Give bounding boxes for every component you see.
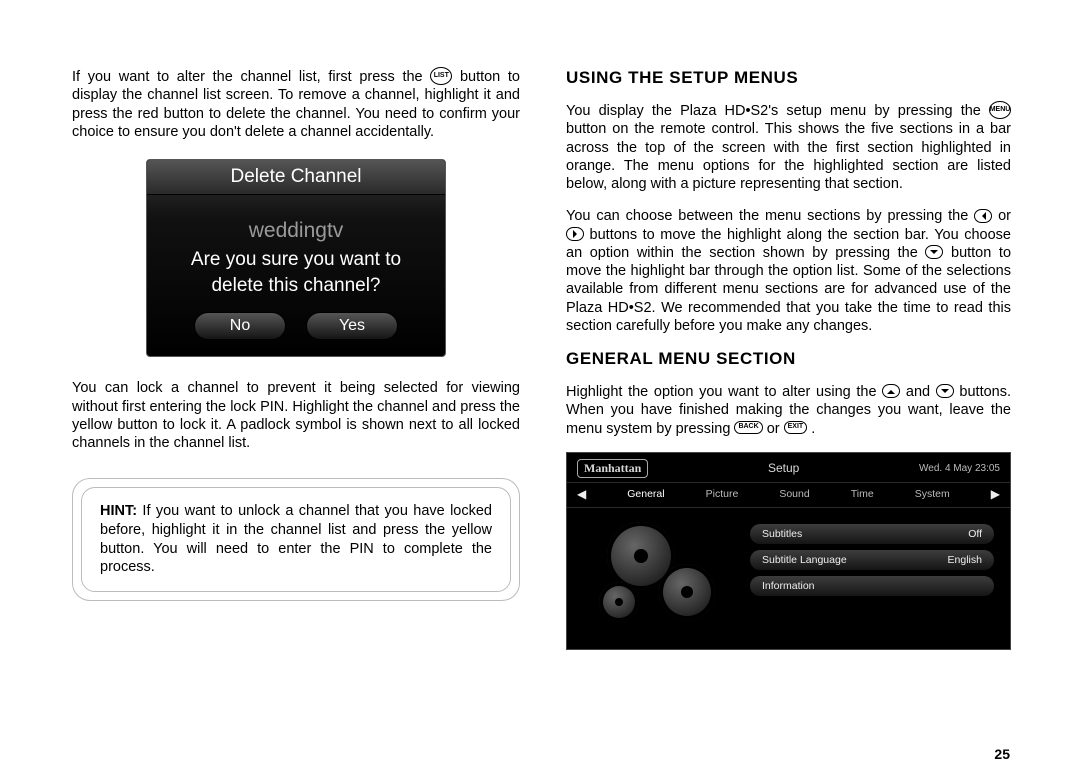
menu-button-icon: MENU [989,101,1011,119]
option-subtitle-language[interactable]: Subtitle Language English [750,550,994,570]
no-button[interactable]: No [194,312,286,340]
opt-key: Subtitle Language [762,554,847,566]
left-arrow-icon [974,209,992,223]
gear-icon [599,582,639,622]
opt-val: Off [968,528,982,540]
gear-icon [659,564,715,620]
dialog-buttons: No Yes [147,312,445,340]
para-lock-channel: You can lock a channel to prevent it bei… [72,379,520,452]
opt-key: Information [762,580,815,592]
option-subtitles[interactable]: Subtitles Off [750,524,994,544]
yes-button[interactable]: Yes [306,312,398,340]
back-button-icon: BACK [734,421,762,434]
text: button on the remote control. This shows… [566,121,1011,192]
option-information[interactable]: Information [750,576,994,596]
dialog-question: Are you sure you want to delete this cha… [147,243,445,312]
setup-title: Setup [768,461,799,475]
heading-general-menu: GENERAL MENU SECTION [566,349,1011,369]
right-arrow-icon [566,227,584,241]
down-arrow-icon [936,384,954,398]
right-column: USING THE SETUP MENUS You display the Pl… [566,68,1011,650]
delete-channel-dialog: Delete Channel weddingtv Are you sure yo… [146,159,446,357]
text: buttons to move the highlight along the … [566,227,1011,261]
setup-screenshot: Manhattan Setup Wed. 4 May 23:05 ◀ Gener… [566,452,1011,650]
left-column: If you want to alter the channel list, f… [72,68,520,650]
text: or [998,208,1011,224]
page-number: 25 [994,746,1010,762]
text: You display the Plaza HD•S2's setup menu… [566,103,989,119]
para-general-menu: Highlight the option you want to alter u… [566,383,1011,438]
para-setup-nav: You can choose between the menu sections… [566,207,1011,335]
exit-button-icon: EXIT [784,421,808,434]
dialog-channel: weddingtv [147,219,445,243]
tab-time[interactable]: Time [851,488,874,500]
tab-general[interactable]: General [627,488,664,500]
up-arrow-icon [882,384,900,398]
setup-body: Subtitles Off Subtitle Language English … [567,508,1010,652]
hint-box: HINT: If you want to unlock a channel th… [72,478,520,600]
brand-logo: Manhattan [577,459,648,478]
text: and [906,384,936,400]
hint-body: If you want to unlock a channel that you… [100,503,492,575]
text: . [811,421,815,437]
text: or [767,421,784,437]
manual-page: If you want to alter the channel list, f… [0,0,1080,690]
list-button-icon: LIST [430,67,452,85]
setup-tabs: ◀ General Picture Sound Time System ▶ [567,482,1010,508]
para-channel-list: If you want to alter the channel list, f… [72,68,520,141]
down-arrow-icon [925,245,943,259]
hint-label: HINT: [100,503,137,519]
para-setup-intro: You display the Plaza HD•S2's setup menu… [566,102,1011,193]
tab-picture[interactable]: Picture [706,488,739,500]
tab-sound[interactable]: Sound [779,488,809,500]
tab-right-arrow-icon[interactable]: ▶ [991,487,1000,501]
text: You can choose between the menu sections… [566,208,974,224]
text: If you want to alter the channel list, f… [72,69,430,85]
opt-val: English [948,554,982,566]
text: Highlight the option you want to alter u… [566,384,882,400]
tab-system[interactable]: System [915,488,950,500]
setup-date: Wed. 4 May 23:05 [919,463,1000,474]
dialog-title: Delete Channel [147,160,445,195]
heading-using-setup: USING THE SETUP MENUS [566,68,1011,88]
hint-text: HINT: If you want to unlock a channel th… [81,487,511,591]
option-list: Subtitles Off Subtitle Language English … [750,520,994,640]
tab-left-arrow-icon[interactable]: ◀ [577,487,586,501]
opt-key: Subtitles [762,528,802,540]
gear-graphic [575,520,730,640]
setup-topbar: Manhattan Setup Wed. 4 May 23:05 [567,453,1010,482]
